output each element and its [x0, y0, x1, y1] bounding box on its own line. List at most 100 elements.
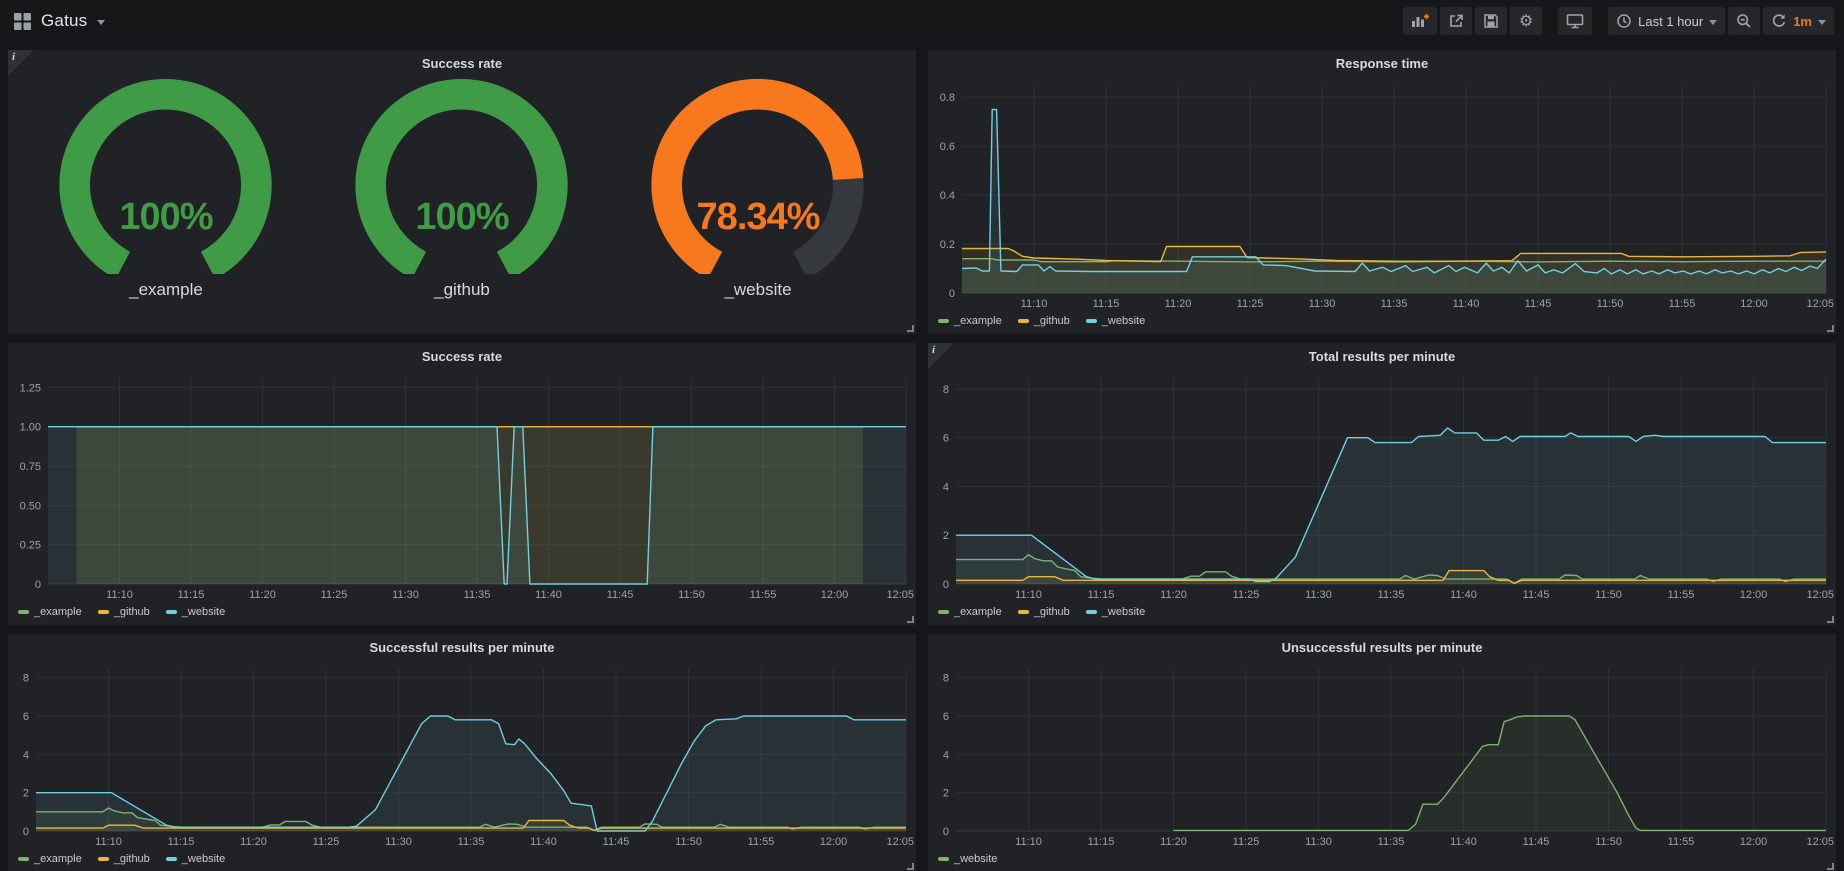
y-axis-tick-label: 8 — [23, 673, 29, 685]
y-axis-tick-label: 6 — [23, 711, 29, 723]
add-panel-button[interactable] — [1403, 7, 1437, 35]
x-axis-tick-label: 11:25 — [1233, 836, 1260, 848]
success-rate-chart[interactable]: 11:1011:1511:2011:2511:3011:3511:4011:45… — [8, 369, 916, 603]
legend-swatch — [166, 857, 177, 861]
time-range-caret-icon — [1709, 20, 1717, 25]
panel-resize-handle[interactable] — [1827, 863, 1834, 870]
x-axis-tick-label: 11:20 — [1160, 836, 1187, 848]
panel-title[interactable]: Response time — [1336, 56, 1428, 71]
y-axis-tick-label: 4 — [943, 481, 949, 493]
x-axis-tick-label: 11:20 — [1165, 298, 1192, 310]
x-axis-tick-label: 11:50 — [1597, 298, 1624, 310]
legend-item-_example[interactable]: _example — [938, 315, 1002, 327]
x-axis-tick-label: 11:30 — [392, 589, 419, 601]
zoom-out-button[interactable] — [1728, 7, 1760, 35]
cycle-view-button[interactable] — [1558, 7, 1592, 35]
successful-results-chart[interactable]: 11:1011:1511:2011:2511:3011:3511:4011:45… — [8, 660, 916, 850]
legend-item-_github[interactable]: _github — [1018, 606, 1070, 618]
panel-title[interactable]: Unsuccessful results per minute — [1282, 640, 1483, 655]
x-axis-tick-label: 11:30 — [1305, 589, 1332, 601]
legend-label: _website — [1102, 606, 1145, 618]
x-axis-tick-label: 11:25 — [321, 589, 348, 601]
refresh-icon — [1771, 13, 1787, 29]
x-axis-tick-label: 11:40 — [1450, 836, 1477, 848]
legend-swatch — [98, 857, 109, 861]
share-button[interactable] — [1440, 7, 1472, 35]
x-axis-tick-label: 11:45 — [1523, 589, 1550, 601]
legend-label: _website — [182, 606, 225, 618]
gauge-value: 78.34% — [611, 196, 904, 239]
dashboards-grid-icon[interactable] — [14, 13, 31, 30]
legend-item-_example[interactable]: _example — [938, 606, 1002, 618]
y-axis-tick-label: 0.4 — [940, 190, 955, 202]
panel-title[interactable]: Total results per minute — [1309, 349, 1455, 364]
chart-canvas[interactable]: 11:1011:1511:2011:2511:3011:3511:4011:45… — [928, 76, 1836, 312]
legend-item-_website[interactable]: _website — [1086, 315, 1145, 327]
panel-title[interactable]: Success rate — [422, 56, 502, 71]
legend-label: _website — [954, 853, 997, 865]
total-results-chart[interactable]: 11:1011:1511:2011:2511:3011:3511:4011:45… — [928, 369, 1836, 603]
gauge-value: 100% — [19, 196, 312, 239]
legend-item-_website[interactable]: _website — [166, 853, 225, 865]
share-icon — [1448, 13, 1464, 29]
panel-info-icon[interactable]: i — [928, 343, 954, 369]
unsuccessful-results-chart[interactable]: 11:1011:1511:2011:2511:3011:3511:4011:45… — [928, 660, 1836, 850]
x-axis-tick-label: 12:00 — [1740, 298, 1768, 310]
legend-swatch — [1086, 610, 1097, 614]
legend-item-_website[interactable]: _website — [938, 853, 997, 865]
panel-resize-handle[interactable] — [907, 863, 914, 870]
save-button[interactable] — [1475, 7, 1507, 35]
legend-item-_website[interactable]: _website — [1086, 606, 1145, 618]
panel-resize-handle[interactable] — [907, 616, 914, 623]
settings-button[interactable]: ⚙ — [1510, 7, 1542, 35]
legend-swatch — [938, 319, 949, 323]
legend-item-_website[interactable]: _website — [166, 606, 225, 618]
panel-info-icon[interactable]: i — [8, 50, 34, 76]
x-axis-tick-label: 11:40 — [535, 589, 562, 601]
chart-legend: _example _github _website — [8, 603, 916, 625]
series-fill-_website — [48, 427, 906, 584]
time-range-button[interactable]: Last 1 hour — [1608, 7, 1725, 35]
y-axis-tick-label: 4 — [943, 749, 949, 761]
x-axis-tick-label: 11:20 — [249, 589, 276, 601]
chart-legend: _example _github _website — [928, 603, 1836, 625]
save-icon — [1483, 13, 1499, 29]
x-axis-tick-label: 11:15 — [1088, 589, 1115, 601]
chart-canvas[interactable]: 11:1011:1511:2011:2511:3011:3511:4011:45… — [8, 660, 916, 850]
legend-label: _example — [34, 853, 82, 865]
legend-swatch — [1018, 610, 1029, 614]
x-axis-tick-label: 11:55 — [1668, 589, 1695, 601]
panel-resize-handle[interactable] — [907, 325, 914, 332]
x-axis-tick-label: 11:40 — [1450, 589, 1477, 601]
x-axis-tick-label: 11:20 — [1160, 589, 1187, 601]
refresh-button[interactable]: 1m — [1763, 7, 1834, 35]
panel-resize-handle[interactable] — [1827, 325, 1834, 332]
response-time-chart[interactable]: 11:1011:1511:2011:2511:3011:3511:4011:45… — [928, 76, 1836, 312]
legend-item-_github[interactable]: _github — [98, 853, 150, 865]
time-range-label: Last 1 hour — [1638, 14, 1703, 29]
y-axis-tick-label: 8 — [943, 673, 949, 685]
dashboard-caret-down-icon[interactable] — [97, 20, 105, 25]
legend-item-_github[interactable]: _github — [98, 606, 150, 618]
gauge-_github: 100%_github — [315, 78, 608, 328]
legend-item-_github[interactable]: _github — [1018, 315, 1070, 327]
panel-title[interactable]: Success rate — [422, 349, 502, 364]
zoom-out-icon — [1736, 13, 1752, 29]
gauge-label: _example — [129, 280, 203, 300]
legend-item-_example[interactable]: _example — [18, 606, 82, 618]
x-axis-tick-label: 11:15 — [1093, 298, 1120, 310]
legend-item-_example[interactable]: _example — [18, 853, 82, 865]
panel-title[interactable]: Successful results per minute — [370, 640, 555, 655]
dashboard-title[interactable]: Gatus — [41, 11, 87, 31]
gauge-label: _website — [724, 280, 791, 300]
panel-resize-handle[interactable] — [1827, 616, 1834, 623]
chart-canvas[interactable]: 11:1011:1511:2011:2511:3011:3511:4011:45… — [8, 369, 916, 603]
chart-canvas[interactable]: 11:1011:1511:2011:2511:3011:3511:4011:45… — [928, 660, 1836, 850]
x-axis-tick-label: 11:10 — [1021, 298, 1048, 310]
x-axis-tick-label: 11:40 — [1453, 298, 1480, 310]
chart-canvas[interactable]: 11:1011:1511:2011:2511:3011:3511:4011:45… — [928, 369, 1836, 603]
legend-label: _github — [114, 606, 150, 618]
gear-icon: ⚙ — [1519, 13, 1533, 29]
navbar: Gatus ⚙ — [0, 0, 1844, 42]
legend-label: _website — [182, 853, 225, 865]
